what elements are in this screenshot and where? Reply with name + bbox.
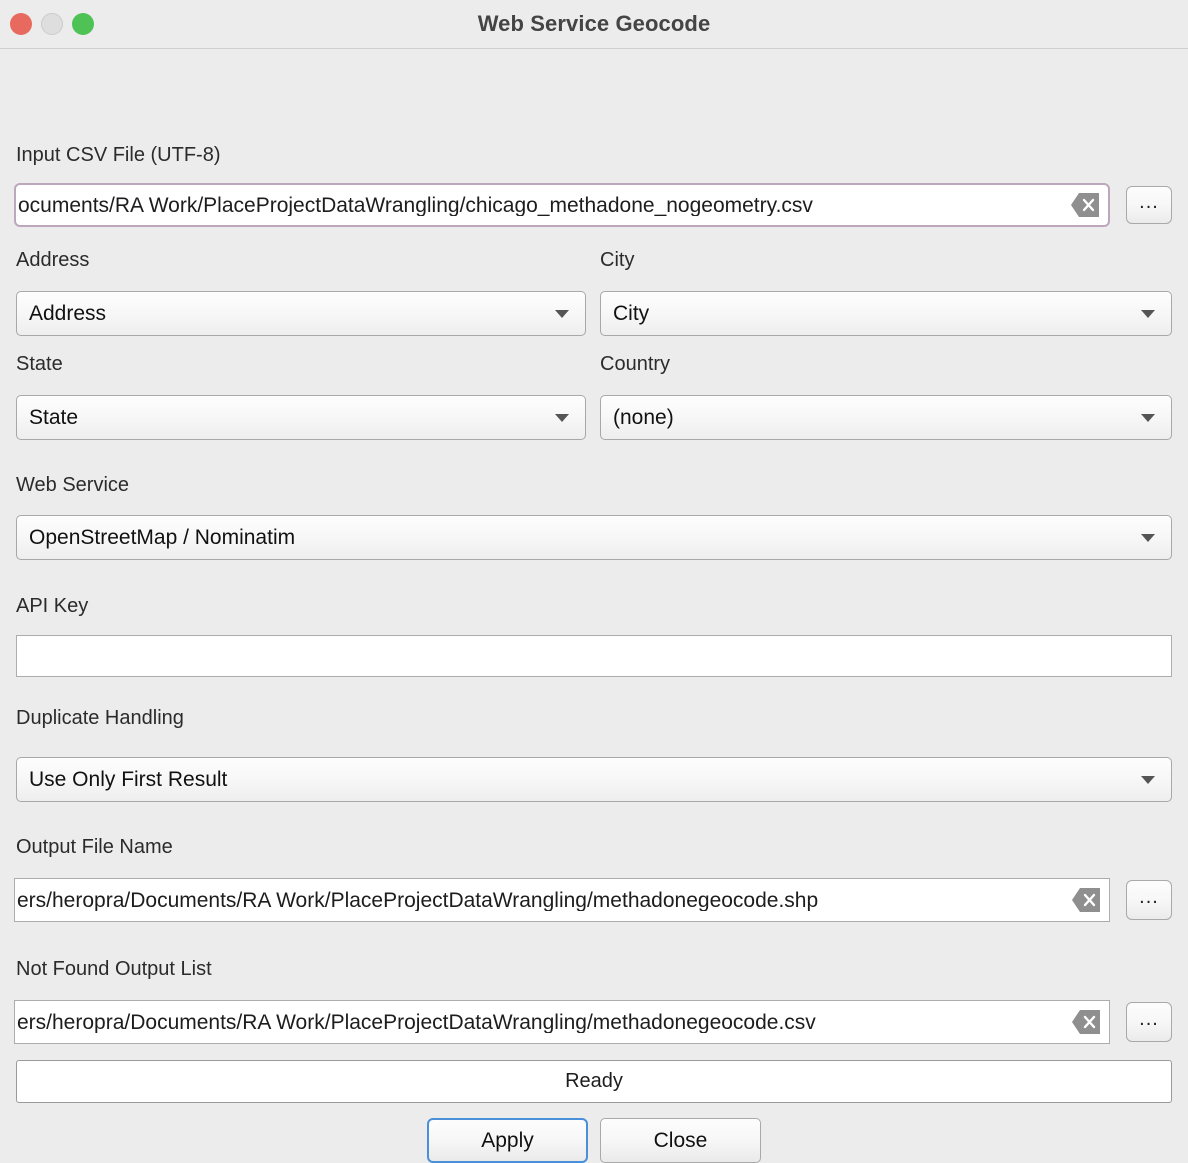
close-button-label: Close: [653, 1128, 708, 1152]
address-select[interactable]: Address: [16, 291, 586, 336]
address-label: Address: [16, 249, 90, 271]
apply-button-label: Apply: [481, 1128, 534, 1152]
api-key-input[interactable]: [16, 635, 1172, 677]
web-service-select[interactable]: OpenStreetMap / Nominatim: [16, 515, 1172, 560]
input-csv-browse-button[interactable]: ...: [1126, 186, 1172, 224]
output-file-browse-button[interactable]: ...: [1126, 880, 1172, 920]
address-value: Address: [29, 301, 107, 325]
input-csv-field[interactable]: ocuments/RA Work/PlaceProjectDataWrangli…: [14, 183, 1110, 227]
input-csv-label: Input CSV File (UTF-8): [16, 144, 221, 166]
clear-icon[interactable]: [1071, 1009, 1101, 1035]
chevron-down-icon: [555, 413, 569, 422]
not-found-output-browse-button[interactable]: ...: [1126, 1002, 1172, 1042]
not-found-output-value: ers/heropra/Documents/RA Work/PlaceProje…: [17, 1011, 816, 1033]
window-title: Web Service Geocode: [477, 11, 711, 36]
chevron-down-icon: [1141, 413, 1155, 422]
web-service-value: OpenStreetMap / Nominatim: [29, 525, 296, 549]
chevron-down-icon: [1141, 775, 1155, 784]
country-value: (none): [613, 405, 674, 429]
output-file-field[interactable]: ers/heropra/Documents/RA Work/PlaceProje…: [14, 878, 1110, 922]
duplicate-handling-value: Use Only First Result: [29, 767, 228, 791]
clear-icon[interactable]: [1071, 887, 1101, 913]
city-select[interactable]: City: [600, 291, 1172, 336]
output-file-value: ers/heropra/Documents/RA Work/PlaceProje…: [17, 889, 819, 911]
state-value: State: [29, 405, 79, 429]
chevron-down-icon: [1141, 309, 1155, 318]
status-readout: Ready: [16, 1060, 1172, 1103]
chevron-down-icon: [1141, 533, 1155, 542]
state-select[interactable]: State: [16, 395, 586, 440]
api-key-label: API Key: [16, 595, 89, 617]
not-found-output-field[interactable]: ers/heropra/Documents/RA Work/PlaceProje…: [14, 1000, 1110, 1044]
state-label: State: [16, 353, 63, 375]
clear-icon[interactable]: [1070, 192, 1100, 218]
city-label: City: [600, 249, 635, 271]
duplicate-handling-select[interactable]: Use Only First Result: [16, 757, 1172, 802]
duplicate-handling-label: Duplicate Handling: [16, 707, 184, 729]
chevron-down-icon: [555, 309, 569, 318]
apply-button[interactable]: Apply: [427, 1118, 588, 1163]
status-text: Ready: [565, 1070, 623, 1092]
window-titlebar: Web Service Geocode: [0, 0, 1188, 49]
input-csv-value: ocuments/RA Work/PlaceProjectDataWrangli…: [18, 194, 813, 216]
close-button[interactable]: Close: [600, 1118, 761, 1163]
city-value: City: [613, 301, 650, 325]
output-file-label: Output File Name: [16, 836, 173, 858]
country-label: Country: [600, 353, 671, 375]
country-select[interactable]: (none): [600, 395, 1172, 440]
web-service-label: Web Service: [16, 474, 130, 496]
not-found-output-label: Not Found Output List: [16, 958, 212, 980]
